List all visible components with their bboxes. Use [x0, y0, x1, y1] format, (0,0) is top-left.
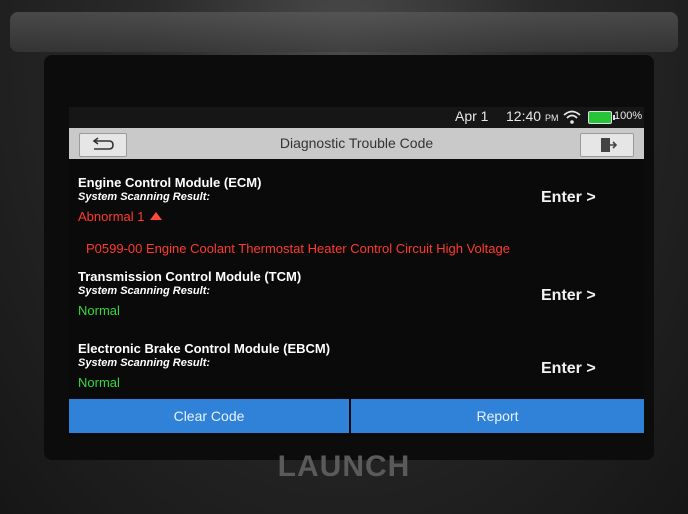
scan-result-label: System Scanning Result: — [78, 191, 211, 203]
module-status: Abnormal 1 — [78, 209, 261, 224]
action-bar: Clear Code Report — [69, 399, 644, 437]
screen: Apr 1 12:40 PM 100% Diagnostic Trouble C… — [69, 107, 644, 437]
title-bar: Diagnostic Trouble Code — [69, 128, 644, 159]
status-time: 12:40 PM — [506, 108, 559, 124]
exit-icon — [601, 138, 618, 152]
report-button[interactable]: Report — [351, 399, 644, 433]
caret-up-icon[interactable] — [150, 212, 163, 220]
clear-code-button[interactable]: Clear Code — [69, 399, 349, 433]
module-ecm[interactable]: Engine Control Module (ECM) System Scann… — [78, 175, 261, 224]
module-ebcm[interactable]: Electronic Brake Control Module (EBCM) S… — [78, 341, 330, 390]
module-status: Normal — [78, 375, 120, 390]
module-list: Engine Control Module (ECM) System Scann… — [69, 159, 644, 399]
brand-logo: LAUNCH — [277, 450, 411, 483]
tcm-enter-button[interactable]: Enter > — [541, 287, 596, 305]
status-bar: Apr 1 12:40 PM 100% — [69, 107, 644, 128]
exit-button[interactable] — [580, 133, 634, 157]
wifi-icon — [563, 110, 581, 124]
dtc-code: P0599-00 Engine Coolant Thermostat Heate… — [86, 241, 510, 256]
module-tcm[interactable]: Transmission Control Module (TCM) System… — [78, 269, 301, 318]
module-name: Electronic Brake Control Module (EBCM) — [78, 341, 331, 356]
page-title: Diagnostic Trouble Code — [279, 135, 434, 151]
module-status: Normal — [78, 303, 120, 318]
device-frame — [10, 12, 678, 52]
module-name: Engine Control Module (ECM) — [78, 175, 262, 190]
ecm-enter-button[interactable]: Enter > — [541, 189, 596, 207]
battery-percent: 100% — [614, 110, 643, 122]
status-date: Apr 1 — [455, 108, 489, 124]
scan-result-label: System Scanning Result: — [78, 357, 211, 369]
battery-icon — [588, 111, 615, 124]
device-body: Apr 1 12:40 PM 100% Diagnostic Trouble C… — [0, 0, 688, 514]
module-name: Transmission Control Module (TCM) — [78, 269, 302, 284]
ebcm-enter-button[interactable]: Enter > — [541, 360, 596, 378]
scan-result-label: System Scanning Result: — [78, 285, 211, 297]
